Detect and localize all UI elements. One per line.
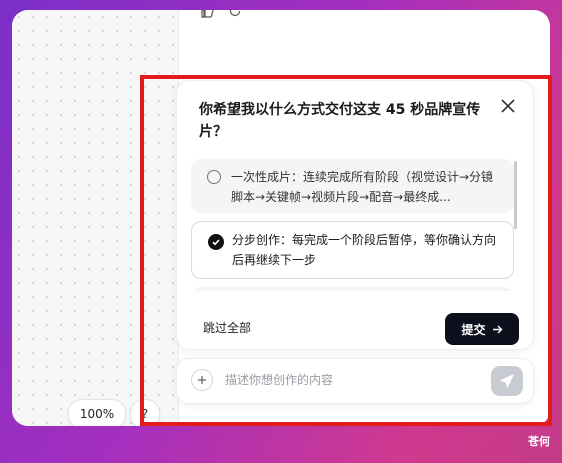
option-step-by-step[interactable]: 分步创作：每完成一个阶段后暂停，等你确认方向后再继续下一步	[191, 221, 514, 279]
dialog-title: 你希望我以什么方式交付这支 45 秒品牌宣传片？	[199, 102, 481, 140]
arrow-right-icon	[492, 325, 502, 333]
submit-button[interactable]: 提交	[445, 313, 519, 345]
plus-icon[interactable]	[191, 369, 213, 391]
radio-checked-icon[interactable]	[208, 234, 224, 250]
options-list[interactable]: 一次性成片：连续完成所有阶段（视觉设计→分镜脚本→关键帧→视频片段→配音→最终成…	[191, 159, 517, 291]
skip-all-button[interactable]: 跳过全部	[203, 319, 251, 336]
option-other[interactable]: 其他	[191, 287, 514, 291]
refresh-icon[interactable]	[228, 10, 242, 21]
watermark: 苍何	[528, 435, 550, 448]
option-one-shot[interactable]: 一次性成片：连续完成所有阶段（视觉设计→分镜脚本→关键帧→视频片段→配音→最终成…	[191, 159, 514, 213]
thumbs-up-icon[interactable]	[200, 10, 214, 21]
canvas-area[interactable]	[12, 10, 179, 426]
close-icon	[501, 99, 515, 113]
zoom-level[interactable]: 100%	[68, 399, 126, 426]
submit-label: 提交	[461, 322, 486, 337]
option-label: 分步创作：每完成一个阶段后暂停，等你确认方向后再继续下一步	[232, 233, 497, 267]
close-button[interactable]	[497, 95, 519, 117]
send-icon	[500, 374, 514, 388]
options-scrollbar[interactable]	[514, 161, 517, 229]
prompt-bar	[176, 358, 534, 404]
option-label: 一次性成片：连续完成所有阶段（视觉设计→分镜脚本→关键帧→视频片段→配音→最终成…	[231, 170, 494, 204]
prompt-input[interactable]	[225, 369, 475, 391]
help-button[interactable]: ?	[130, 399, 160, 426]
radio-unchecked-icon[interactable]	[207, 170, 221, 184]
send-button[interactable]	[491, 366, 523, 396]
delivery-choice-dialog: 你希望我以什么方式交付这支 45 秒品牌宣传片？ 一次性成片：连续完成所有阶段（…	[176, 80, 534, 350]
top-toolbar	[200, 10, 242, 21]
